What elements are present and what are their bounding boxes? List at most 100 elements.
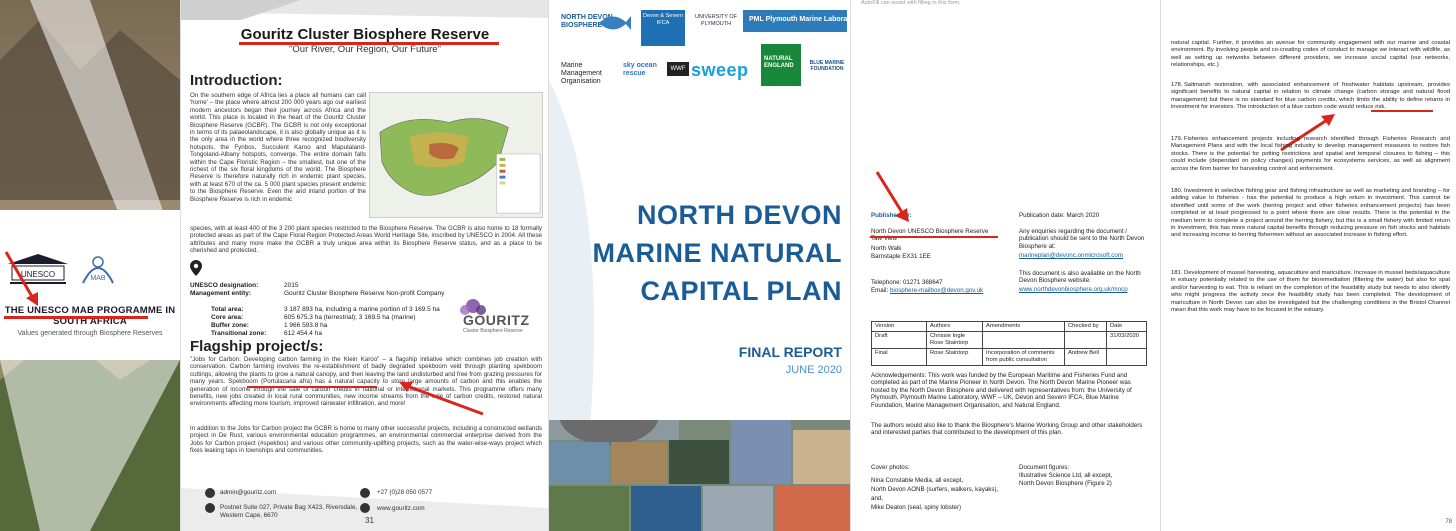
intro-paragraph: On the southern edge of Africa lies a pl… xyxy=(190,92,366,203)
enquiry-email-link[interactable]: marineplan@devonc.onmicrosoft.com xyxy=(1019,252,1123,259)
cover-photos-line: North Devon AONB (surfers, walkers, kaya… xyxy=(871,486,999,493)
table-cell: 31/03/2020 xyxy=(1106,331,1147,349)
table-cell: Andrew Bell xyxy=(1064,348,1107,366)
telephone: Telephone: 01271 388647 xyxy=(871,279,943,286)
cover-photos-line: Nina Constable Media, all except, xyxy=(871,477,964,484)
address-line-1: North Walk xyxy=(871,245,902,252)
north-devon-cover: NORTH DEVON BIOSPHERE Devon & Severn IFC… xyxy=(548,0,850,531)
table-cell xyxy=(982,331,1065,349)
intro-paragraph-continued: species, with at least 400 of the 3 200 … xyxy=(190,225,542,255)
area-row: Total area: 3 187 893 ha, including a ma… xyxy=(211,306,451,314)
annotation-arrow-icon xyxy=(875,171,909,222)
email-label: Email: xyxy=(871,287,889,294)
contact-address: Postnet Suite 027, Private Bag X423, Riv… xyxy=(220,504,358,519)
address-line-2: Barnstaple EX31 1EE xyxy=(871,253,931,260)
paragraph-text: Saltmarsh restoration, with associated e… xyxy=(1171,82,1450,111)
annotation-underline xyxy=(870,236,998,238)
logo-blue-marine: BLUE MARINE FOUNDATION xyxy=(809,60,845,72)
logo-university-plymouth: UNIVERSITY OF PLYMOUTH xyxy=(694,14,738,27)
entity-label: Management entity: xyxy=(190,290,252,297)
report-title-line: NORTH DEVON xyxy=(636,200,842,230)
email-link[interactable]: biosphere-mailbox@devon.gov.uk xyxy=(890,287,983,294)
report-date: JUNE 2020 xyxy=(785,364,842,376)
contact-email[interactable]: admin@gouritz.com xyxy=(220,489,276,497)
web-globe-icon xyxy=(360,503,370,513)
unesco-mab-cover: UNESCO MAB THE UNESCO MAB PROGRAMME IN S… xyxy=(0,0,180,531)
entity-row: Management entity: Gouritz Cluster Biosp… xyxy=(190,290,460,298)
paragraph-text: Development of mussel harvesting, aquacu… xyxy=(1171,270,1450,314)
contact-phone: +27 (0)28 050 0577 xyxy=(377,489,433,496)
gouritz-logo-wordmark: GOURITZ xyxy=(463,312,530,328)
table-cell: Draft xyxy=(871,331,927,349)
mab-logo-icon: MAB xyxy=(82,256,114,284)
entity-value: Gouritz Cluster Biosphere Reserve Non-pr… xyxy=(284,290,445,297)
table-cell: Chrissie Ingle Rose Staintorp xyxy=(926,331,983,349)
available-text: This document is also available on the N… xyxy=(1019,270,1141,285)
area-value: 3 187 893 ha, including a marine portion… xyxy=(284,306,440,313)
area-value: 612 454.4 ha xyxy=(284,330,322,337)
cover-photos-label: Cover photos: xyxy=(871,464,910,471)
document-figures-line: North Devon Biosphere (Figure 2) xyxy=(1019,480,1112,487)
table-cell xyxy=(1064,331,1107,349)
version-table: Version Authors Amendments Checked by Da… xyxy=(871,321,1147,366)
phone-icon xyxy=(360,488,370,498)
publication-date: Publication date: March 2020 xyxy=(1019,212,1100,219)
table-cell: Rose Staintorp xyxy=(926,348,983,366)
report-title: NORTH DEVON MARINE NATURAL CAPITAL PLAN xyxy=(552,196,842,310)
document-figures-label: Document figures: xyxy=(1019,464,1070,471)
numbered-paragraph: 180. Investment in selective fishing gear… xyxy=(1171,188,1450,240)
table-row: Draft Chrissie Ingle Rose Staintorp 31/0… xyxy=(871,331,1147,349)
area-label: Core area: xyxy=(211,314,244,321)
annotation-underline xyxy=(1371,110,1433,112)
paragraph-number: 181. xyxy=(1171,270,1183,276)
autofill-note: AutoFill can assist with filling in this… xyxy=(861,0,961,6)
numbered-paragraph: 178. Saltmarsh restoration, with associat… xyxy=(1171,82,1450,112)
annotation-underline xyxy=(4,316,148,319)
logo-pml: PML Plymouth Marine Laboratory xyxy=(743,10,847,32)
paragraph-number: 180. xyxy=(1171,188,1183,194)
cover-photos-line: Mike Deaton (seal, spiny lobster) xyxy=(871,504,962,511)
report-title-line: MARINE NATURAL xyxy=(592,238,842,268)
area-label: Transitional zone: xyxy=(211,330,267,337)
designation-value: 2015 xyxy=(284,282,299,289)
photo-collage-image xyxy=(549,420,850,531)
flagship-heading: Flagship project/s: xyxy=(190,338,324,355)
column-header: Version xyxy=(871,321,927,332)
area-row: Core area: 605 675.3 ha (terrestrial); 3… xyxy=(211,314,451,322)
table-row: Final Rose Staintorp Incorporation of co… xyxy=(871,348,1147,366)
report-paragraphs-page: natural capital. Further, it provides an… xyxy=(1160,0,1456,531)
intro-paragraph: natural capital. Further, it provides an… xyxy=(1171,40,1450,69)
column-header: Date xyxy=(1106,321,1147,332)
area-label: Buffer zone: xyxy=(211,322,249,329)
email-row: Email: biosphere-mailbox@devon.gov.uk xyxy=(871,287,983,294)
fish-icon xyxy=(599,16,631,30)
logo-sky-ocean-rescue: sky ocean rescue xyxy=(623,62,657,77)
page-title: Gouritz Cluster Biosphere Reserve xyxy=(240,26,490,43)
page-number: 78 xyxy=(1445,519,1452,525)
address-pin-icon xyxy=(205,503,215,513)
area-value: 605 675.3 ha (terrestrial); 3 169.5 ha (… xyxy=(284,314,416,321)
logo-ifca: Devon & Severn IFCA xyxy=(641,10,685,46)
location-pin-icon xyxy=(190,260,202,276)
document-figures-line: Illustrative Science Ltd, all except, xyxy=(1019,472,1113,479)
table-cell: Incorporation of comments from public co… xyxy=(982,348,1065,366)
area-row: Transitional zone: 612 454.4 ha xyxy=(211,330,451,338)
flagship-paragraph-2: In addition to the Jobs for Carbon proje… xyxy=(190,425,542,455)
page-subtitle: "Our River, Our Region, Our Future" xyxy=(289,44,441,55)
column-header: Authors xyxy=(926,321,983,332)
annotation-arrow-icon xyxy=(4,251,38,306)
contact-website[interactable]: www.gouritz.com xyxy=(377,505,425,513)
column-header: Amendments xyxy=(982,321,1065,332)
email-icon xyxy=(205,488,215,498)
website-link[interactable]: www.northdevonbiosphere.org.uk/mncp xyxy=(1019,286,1128,293)
final-report-label: FINAL REPORT xyxy=(738,344,842,360)
gouritz-logo-subtitle: Cluster Biosphere Reserve xyxy=(463,328,523,334)
table-cell xyxy=(1106,348,1147,366)
cover-photos-line: and, xyxy=(871,495,884,502)
area-label: Total area: xyxy=(211,306,244,313)
page-number: 31 xyxy=(365,516,374,525)
logo-wwf: WWF xyxy=(667,62,689,76)
flagship-paragraph: "Jobs for Carbon: Developing carbon farm… xyxy=(190,356,542,408)
numbered-paragraph: 181. Development of mussel harvesting, aq… xyxy=(1171,270,1450,314)
report-title-line: CAPITAL PLAN xyxy=(640,276,842,306)
